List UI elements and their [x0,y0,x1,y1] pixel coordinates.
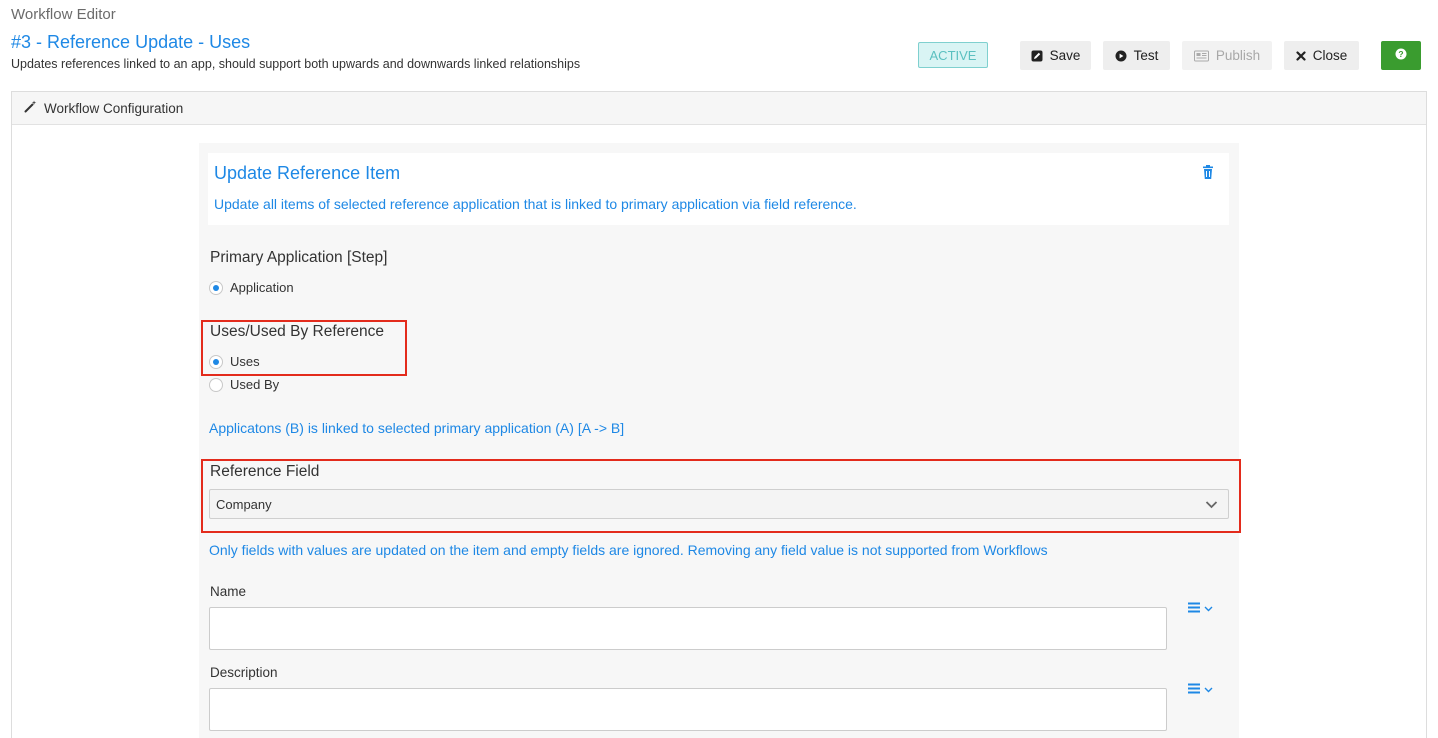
radio-button[interactable] [209,354,223,369]
close-button[interactable]: Close [1284,41,1359,70]
save-button[interactable]: Save [1020,41,1091,70]
radio-button[interactable] [209,280,223,295]
radio-label: Application [230,280,294,295]
name-field[interactable] [209,607,1167,650]
panel-header: Workflow Configuration [12,92,1426,125]
reference-field-select[interactable]: Company [209,489,1229,519]
radio-label: Used By [230,377,280,392]
workflow-title: #3 - Reference Update - Uses [11,32,251,52]
step-title: Update Reference Item [214,163,401,183]
name-field-options-menu[interactable] [1188,600,1213,618]
radio-label: Uses [230,354,260,369]
magic-wand-icon [24,100,37,116]
reference-field-value: Company [216,496,272,512]
close-icon [1296,50,1306,61]
reference-field-label: Reference Field [210,463,320,480]
app-title: Workflow Editor [11,6,116,23]
reference-direction-label: Uses/Used By Reference [210,323,385,340]
chevron-down-icon [1204,681,1213,699]
chevron-down-icon [1204,600,1213,618]
step-subtitle: Update all items of selected reference a… [214,196,857,212]
status-badge: ACTIVE [918,42,988,68]
description-field-options-menu[interactable] [1188,681,1213,699]
fields-note: Only fields with values are updated on t… [209,542,1048,558]
test-label: Test [1133,48,1159,63]
radio-uses[interactable]: Uses [209,354,260,369]
close-label: Close [1312,48,1348,63]
description-field-label: Description [210,665,278,680]
newspaper-icon [1193,50,1209,62]
save-label: Save [1049,48,1081,63]
play-circle-icon [1115,50,1127,62]
radio-application[interactable]: Application [209,280,294,295]
svg-text:?: ? [1398,49,1403,59]
question-circle-icon: ? [1395,47,1407,65]
description-field[interactable] [209,688,1167,731]
workflow-description: Updates references linked to an app, sho… [11,57,581,71]
primary-application-label: Primary Application [Step] [210,249,388,266]
publish-label: Publish [1215,48,1261,63]
radio-used-by[interactable]: Used By [209,377,279,392]
list-icon [1188,681,1200,699]
trash-icon[interactable] [1201,165,1215,185]
publish-button[interactable]: Publish [1182,41,1272,70]
edit-icon [1031,50,1043,62]
name-field-label: Name [210,584,247,599]
list-icon [1188,600,1200,618]
radio-button[interactable] [209,377,223,392]
panel-title: Workflow Configuration [44,100,184,116]
help-button[interactable]: ? [1381,41,1421,70]
test-button[interactable]: Test [1103,41,1170,70]
chevron-down-icon [1205,498,1218,514]
reference-direction-info: Applicatons (B) is linked to selected pr… [209,420,625,436]
